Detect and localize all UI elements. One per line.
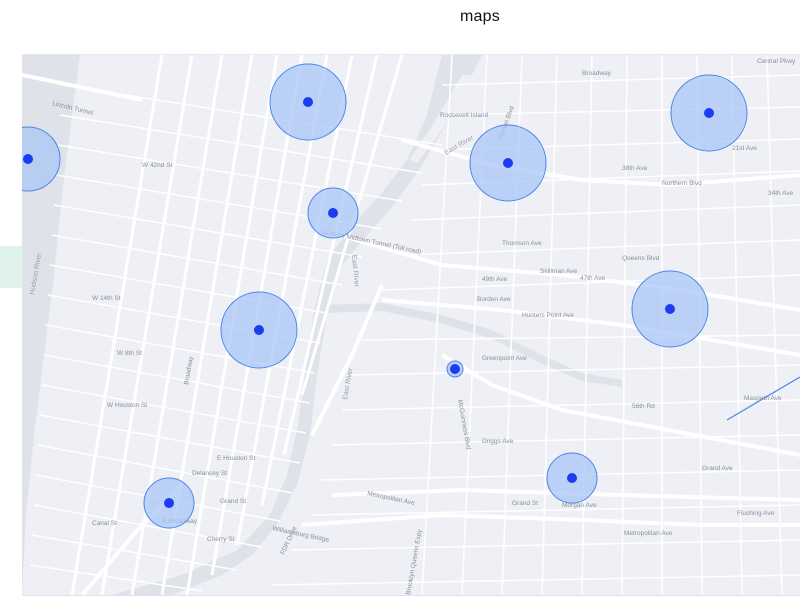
label-38th-ave: 38th Ave xyxy=(622,165,648,172)
marker-dot[interactable] xyxy=(704,108,714,118)
label-grand-st-2: Grand St xyxy=(512,500,538,507)
marker-dot[interactable] xyxy=(328,208,338,218)
marker-dot[interactable] xyxy=(450,364,460,374)
label-driggs-ave: Driggs Ave xyxy=(482,438,514,445)
label-metropolitan-ave-2: Metropolitan Ave xyxy=(624,530,673,537)
page-title: maps xyxy=(460,8,500,25)
label-roosevelt-island: Roosevelt Island xyxy=(440,112,488,119)
marker-10[interactable] xyxy=(143,477,195,529)
marker-8[interactable] xyxy=(446,360,464,378)
label-flushing-ave: Flushing Ave xyxy=(737,510,774,517)
marker-dot[interactable] xyxy=(254,325,264,335)
label-e-houston: E Houston St xyxy=(217,455,255,462)
map-svg[interactable]: Lincoln Tunnel Hudson River Roosevelt Is… xyxy=(22,55,800,595)
label-49th-ave: 49th Ave xyxy=(482,276,508,283)
label-hunters-point: Hunters Point Ave xyxy=(522,312,574,319)
label-maspeth-ave: Maspeth Ave xyxy=(744,395,782,402)
label-canal-st: Canal St xyxy=(92,520,117,527)
label-broadway-queens: Broadway xyxy=(582,70,612,77)
label-cherry-st: Cherry St xyxy=(207,536,235,543)
label-skillman-ave: Skillman Ave xyxy=(540,268,577,275)
label-21st-ave: 21st Ave xyxy=(732,145,757,152)
marker-3[interactable] xyxy=(469,124,547,202)
label-grand-st: Grand St xyxy=(220,498,246,505)
label-w-14th: W 14th St xyxy=(92,295,121,302)
marker-1[interactable] xyxy=(269,63,347,141)
marker-7[interactable] xyxy=(631,270,709,348)
marker-dot[interactable] xyxy=(303,97,313,107)
label-47th-ave: 47th Ave xyxy=(580,275,606,282)
label-greenpoint-ave: Greenpoint Ave xyxy=(482,355,527,362)
label-grand-ave: Grand Ave xyxy=(702,465,733,472)
label-w-42nd: W 42nd St xyxy=(142,162,173,169)
label-w-houston: W Houston St xyxy=(107,402,147,409)
label-queens-blvd: Queens Blvd xyxy=(622,255,660,262)
label-34th-ave: 34th Ave xyxy=(768,190,794,197)
label-thomson-ave: Thomson Ave xyxy=(502,240,542,247)
side-accent xyxy=(0,246,22,288)
marker-dot[interactable] xyxy=(503,158,513,168)
marker-9[interactable] xyxy=(546,452,598,504)
label-w-8th: W 8th St xyxy=(117,350,142,357)
marker-6[interactable] xyxy=(220,291,298,369)
label-56th-rd: 56th Rd xyxy=(632,403,655,410)
marker-dot[interactable] xyxy=(665,304,675,314)
label-borden-ave: Borden Ave xyxy=(477,296,511,303)
label-delancey: Delancey St xyxy=(192,470,227,477)
map-canvas[interactable]: Lincoln Tunnel Hudson River Roosevelt Is… xyxy=(22,54,800,596)
label-northern-blvd: Northern Blvd xyxy=(662,180,702,187)
marker-5[interactable] xyxy=(307,187,359,239)
marker-dot[interactable] xyxy=(23,154,33,164)
marker-dot[interactable] xyxy=(164,498,174,508)
label-central-pkwy: Central Pkwy xyxy=(757,58,796,65)
marker-dot[interactable] xyxy=(567,473,577,483)
marker-4[interactable] xyxy=(670,74,748,152)
